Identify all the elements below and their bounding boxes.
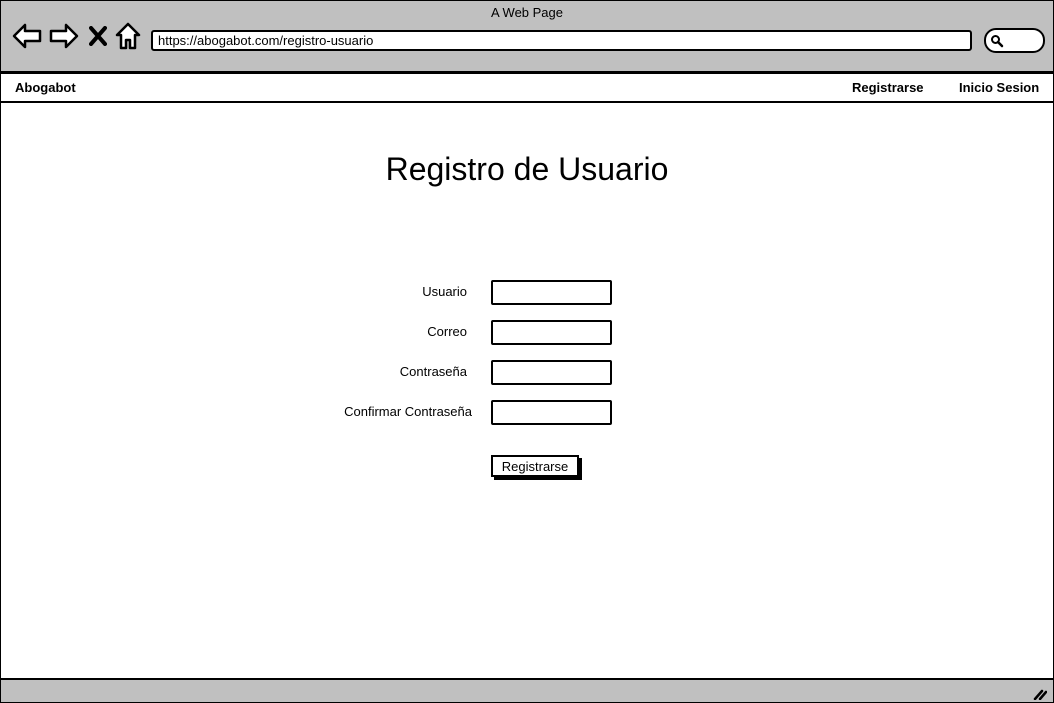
- window-title: A Web Page: [490, 5, 564, 20]
- nav-link-login[interactable]: Inicio Sesion: [959, 80, 1039, 95]
- user-label: Usuario: [422, 284, 467, 299]
- address-bar[interactable]: [151, 30, 972, 51]
- home-icon: [115, 22, 141, 50]
- site-brand[interactable]: Abogabot: [15, 80, 76, 95]
- resize-grip-icon[interactable]: [1033, 688, 1047, 700]
- browser-toolbar: A Web Page: [1, 1, 1053, 74]
- page-title: Registro de Usuario: [385, 151, 669, 187]
- confirm-password-label: Confirmar Contraseña: [344, 404, 472, 419]
- email-input[interactable]: [491, 320, 612, 345]
- forward-button[interactable]: [48, 21, 80, 51]
- register-button[interactable]: Registrarse: [491, 455, 579, 477]
- arrow-left-icon: [12, 23, 42, 49]
- nav-link-register[interactable]: Registrarse: [852, 80, 924, 95]
- stop-button[interactable]: [83, 21, 113, 51]
- search-icon: [991, 35, 1004, 48]
- home-button[interactable]: [112, 21, 144, 51]
- confirm-password-input[interactable]: [491, 400, 612, 425]
- browser-search-button[interactable]: [984, 28, 1045, 53]
- close-icon: [89, 26, 107, 46]
- email-label: Correo: [427, 324, 467, 339]
- arrow-right-icon: [49, 23, 79, 49]
- password-label: Contraseña: [399, 364, 467, 379]
- password-input[interactable]: [491, 360, 612, 385]
- user-input[interactable]: [491, 280, 612, 305]
- site-navbar: Abogabot Registrarse Inicio Sesion: [1, 74, 1053, 103]
- browser-window: A Web Page https://abogabot.com/registro…: [0, 0, 1054, 703]
- browser-statusbar: [1, 678, 1053, 702]
- back-button[interactable]: [11, 21, 43, 51]
